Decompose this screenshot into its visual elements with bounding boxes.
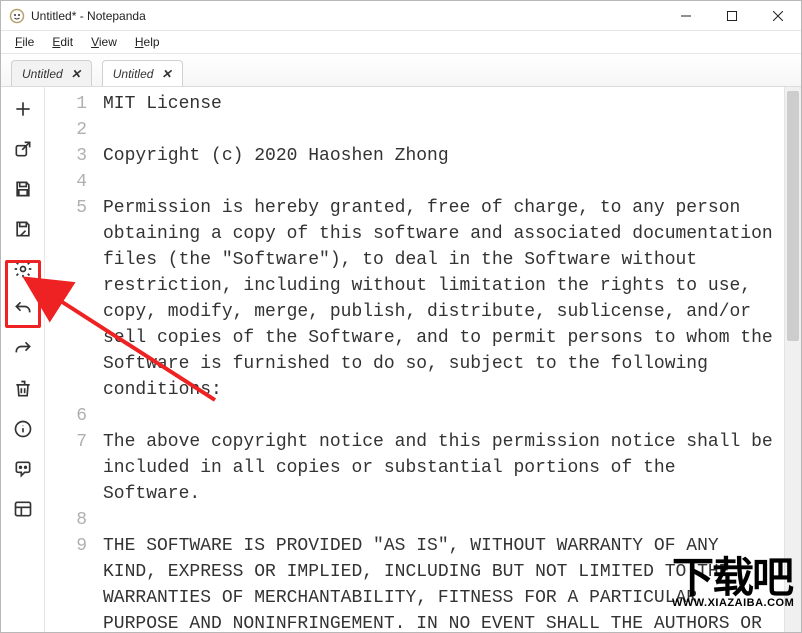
line-number: 1 (49, 91, 87, 117)
editor-line (103, 403, 778, 429)
tab-untitled-0[interactable]: Untitled ✕ (11, 60, 92, 86)
editor: 12345 67 89 MIT License Copyright (c) 2020 … (45, 87, 801, 632)
left-toolbar (1, 87, 45, 632)
line-number: 7 (49, 429, 87, 455)
line-number-gutter: 12345 67 89 (45, 87, 97, 632)
text-area[interactable]: MIT License Copyright (c) 2020 Haoshen Zh… (97, 87, 784, 632)
line-number: 5 (49, 195, 87, 221)
line-number: 8 (49, 507, 87, 533)
editor-line: The above copyright notice and this perm… (103, 429, 778, 507)
menu-edit[interactable]: Edit (44, 33, 81, 51)
menu-help[interactable]: Help (127, 33, 168, 51)
undo-button[interactable] (8, 295, 38, 323)
app-icon (9, 8, 25, 24)
save-as-button[interactable] (8, 215, 38, 243)
close-button[interactable] (755, 1, 801, 31)
editor-line: Copyright (c) 2020 Haoshen Zhong (103, 143, 778, 169)
tab-label: Untitled (22, 67, 63, 81)
editor-line (103, 169, 778, 195)
save-button[interactable] (8, 175, 38, 203)
app-window: Untitled* - Notepanda File Edit View Hel… (0, 0, 802, 633)
editor-line: Permission is hereby granted, free of ch… (103, 195, 778, 403)
about-button[interactable] (8, 415, 38, 443)
settings-button[interactable] (8, 255, 38, 283)
menu-file[interactable]: File (7, 33, 42, 51)
window-title: Untitled* - Notepanda (31, 9, 146, 23)
vertical-scrollbar[interactable] (784, 87, 801, 632)
titlebar: Untitled* - Notepanda (1, 1, 801, 31)
line-number: 9 (49, 533, 87, 559)
line-number: 4 (49, 169, 87, 195)
line-number: 3 (49, 143, 87, 169)
layout-button[interactable] (8, 495, 38, 523)
maximize-button[interactable] (709, 1, 755, 31)
editor-line (103, 507, 778, 533)
close-icon[interactable]: ✕ (161, 67, 171, 81)
redo-button[interactable] (8, 335, 38, 363)
line-number: 2 (49, 117, 87, 143)
editor-line (103, 117, 778, 143)
sticker-button[interactable] (8, 455, 38, 483)
delete-button[interactable] (8, 375, 38, 403)
tab-untitled-1[interactable]: Untitled ✕ (102, 60, 183, 86)
menubar: File Edit View Help (1, 31, 801, 53)
new-file-button[interactable] (8, 95, 38, 123)
line-number: 6 (49, 403, 87, 429)
open-external-button[interactable] (8, 135, 38, 163)
menu-view[interactable]: View (83, 33, 125, 51)
scrollbar-thumb[interactable] (787, 91, 799, 341)
tabbar: Untitled ✕ Untitled ✕ (1, 53, 801, 87)
minimize-button[interactable] (663, 1, 709, 31)
content-area: 12345 67 89 MIT License Copyright (c) 2020 … (1, 87, 801, 632)
editor-line: THE SOFTWARE IS PROVIDED "AS IS", WITHOU… (103, 533, 778, 632)
editor-line: MIT License (103, 91, 778, 117)
tab-label: Untitled (113, 67, 154, 81)
close-icon[interactable]: ✕ (71, 67, 81, 81)
